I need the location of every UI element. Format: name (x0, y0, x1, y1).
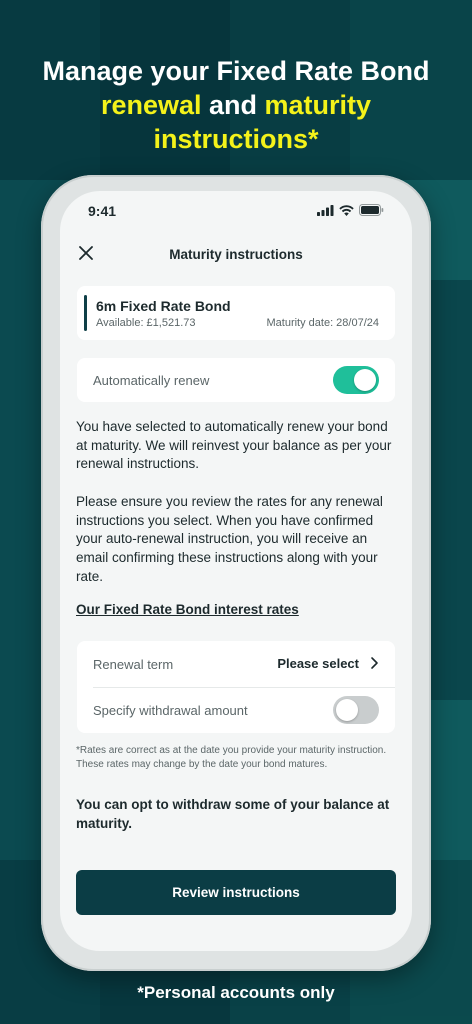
headline-highlight-instructions: instructions* (153, 124, 319, 154)
toggle-knob (336, 699, 358, 721)
bond-accent-bar (84, 295, 87, 331)
chevron-right-icon (371, 657, 378, 669)
signal-icon (317, 204, 334, 216)
headline-highlight-maturity: maturity (264, 90, 372, 120)
withdrawal-amount-row: Specify withdrawal amount (77, 687, 395, 733)
headline-highlight-renewal: renewal (100, 90, 202, 120)
battery-icon (359, 204, 384, 216)
personal-accounts-note: *Personal accounts only (137, 983, 335, 1002)
headline-line2: renewal and maturity (0, 88, 472, 122)
withdrawal-amount-toggle[interactable] (333, 696, 379, 724)
status-bar: 9:41 (60, 191, 412, 231)
headline-and: and (201, 90, 265, 120)
interest-rates-link[interactable]: Our Fixed Rate Bond interest rates (76, 602, 299, 617)
toggle-knob (354, 369, 376, 391)
nav-bar: Maturity instructions (60, 239, 412, 271)
withdraw-note: You can opt to withdraw some of your bal… (76, 797, 390, 831)
bond-summary-card: 6m Fixed Rate Bond Available: £1,521.73 … (77, 286, 395, 340)
phone-screen: 9:41 Maturity instructions 6m Fixed Rate… (60, 191, 412, 951)
auto-renew-card: Automatically renew (77, 358, 395, 402)
bond-maturity-date: Maturity date: 28/07/24 (266, 317, 379, 329)
promo-headline: Manage your Fixed Rate Bond renewal and … (0, 54, 472, 156)
status-icons (317, 204, 384, 216)
review-instructions-button[interactable]: Review instructions (76, 870, 396, 915)
withdrawal-amount-label: Specify withdrawal amount (93, 703, 248, 718)
bond-available-balance: Available: £1,521.73 (96, 317, 196, 329)
renewal-term-value: Please select (277, 656, 359, 671)
headline-line3: instructions* (0, 122, 472, 156)
bond-name: 6m Fixed Rate Bond (96, 298, 231, 314)
renewal-options-card: Renewal term Please select Specify withd… (77, 641, 395, 733)
headline-line1: Manage your Fixed Rate Bond (42, 56, 430, 86)
page-title: Maturity instructions (169, 247, 303, 262)
renewal-term-label: Renewal term (93, 657, 174, 672)
status-time: 9:41 (88, 203, 117, 219)
rates-review-info-text: Please ensure you review the rates for a… (76, 494, 383, 584)
auto-renew-label: Automatically renew (93, 373, 210, 388)
wifi-icon (339, 204, 354, 216)
auto-renew-toggle[interactable] (333, 366, 379, 394)
rates-disclaimer: *Rates are correct as at the date you pr… (76, 745, 387, 770)
auto-renew-info-text: You have selected to automatically renew… (76, 419, 392, 472)
renewal-term-row[interactable]: Renewal term Please select (77, 641, 395, 687)
